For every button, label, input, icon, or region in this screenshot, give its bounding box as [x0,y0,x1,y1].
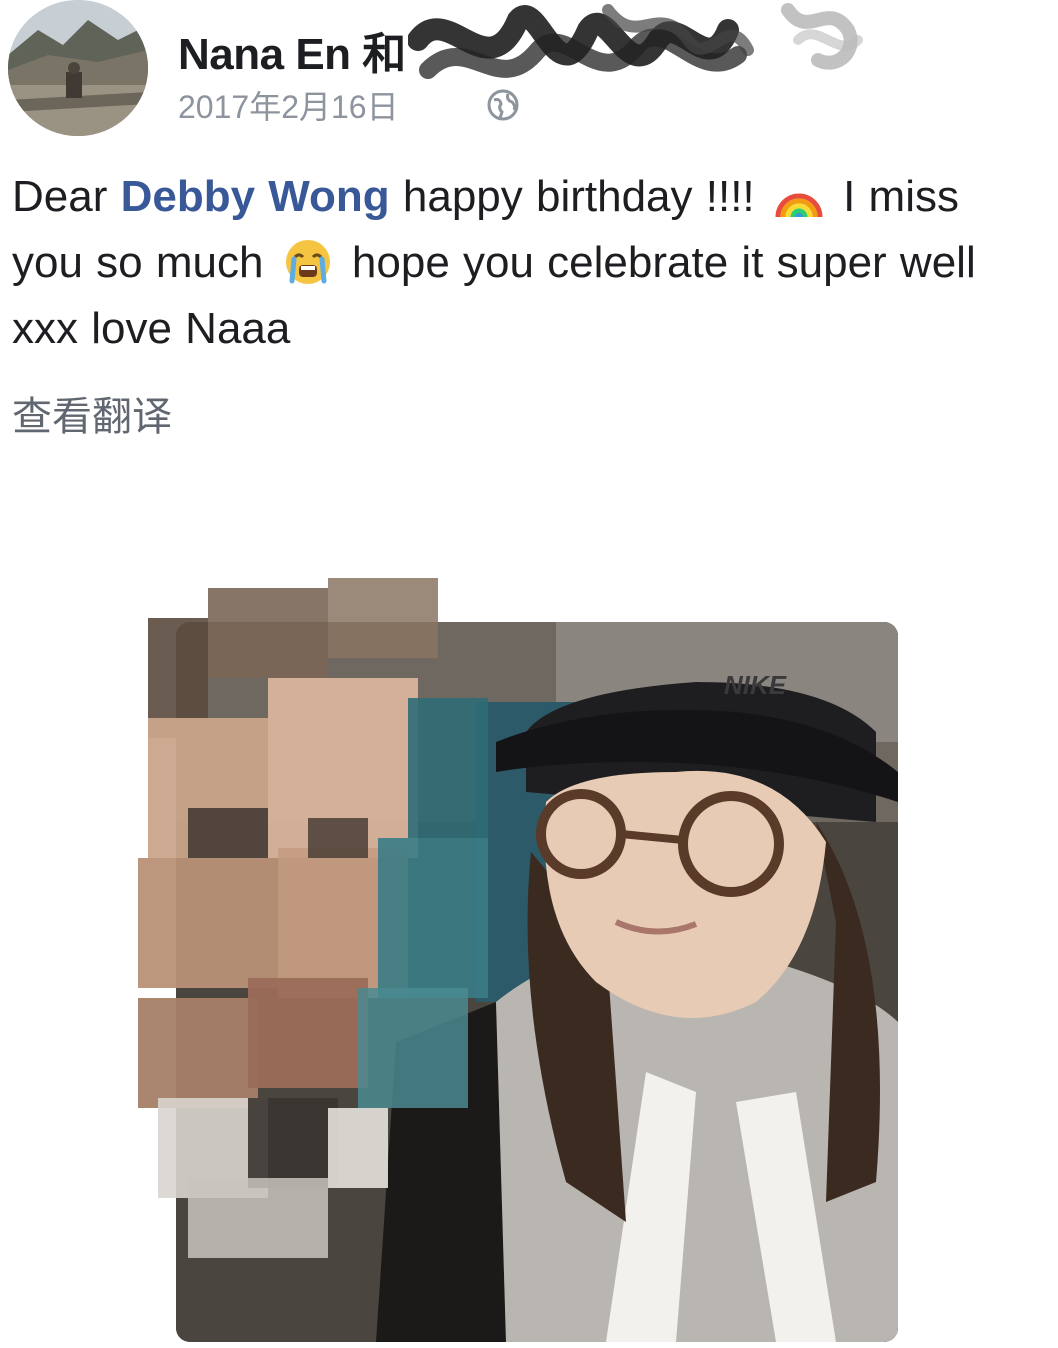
rainbow-emoji-icon [774,171,824,221]
redaction-scribble [407,0,868,110]
post-text-part1: Dear [12,172,121,221]
mention-link[interactable]: Debby Wong [121,172,390,221]
post-body: Dear Debby Wong happy birthday !!!! I mi… [12,164,1042,362]
crying-face-emoji-icon [283,237,333,287]
see-translation-link[interactable]: 查看翻译 [12,384,172,442]
post-photo[interactable]: NIKE [176,622,898,1342]
author-avatar[interactable] [8,0,148,136]
cap-logo-text: NIKE [724,670,787,700]
post-timestamp[interactable]: 2017年2月16日 [178,82,399,128]
author-name[interactable]: Nana En 和 [178,18,406,82]
post-text-part2: happy birthday !!!! [389,172,768,221]
post-header: Nana En 和 2017年2月16日 [0,0,1058,150]
